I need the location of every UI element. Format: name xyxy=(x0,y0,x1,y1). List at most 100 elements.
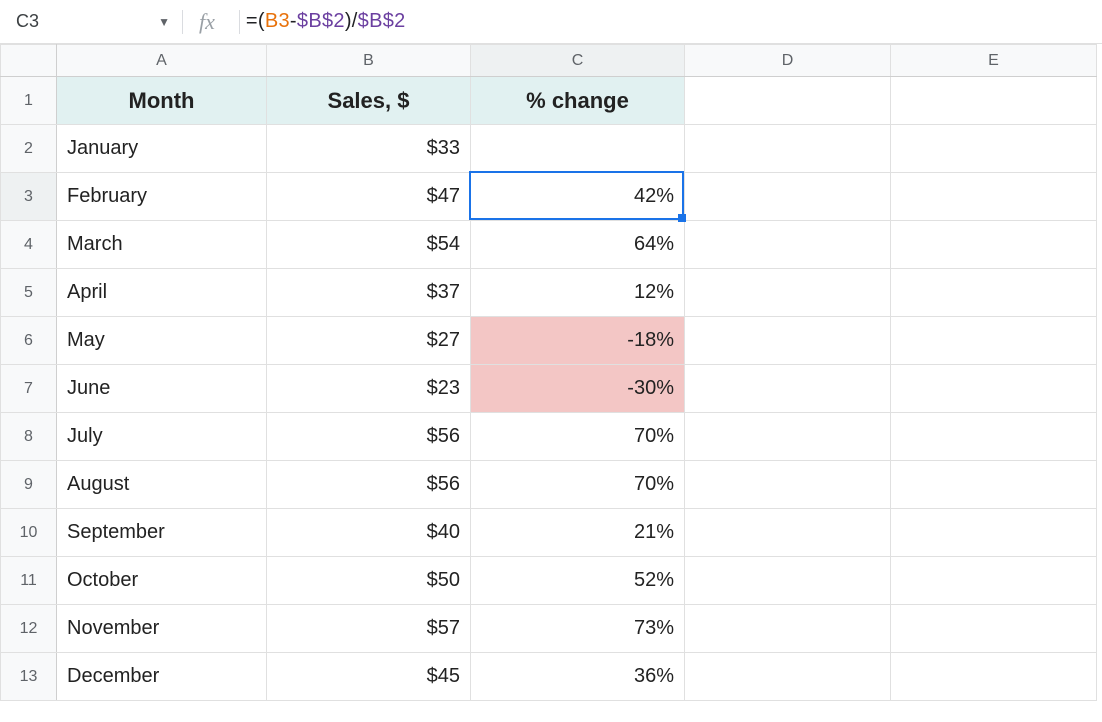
cell-C6[interactable]: -18% xyxy=(471,317,685,365)
cell-E12[interactable] xyxy=(891,605,1097,653)
cell-E13[interactable] xyxy=(891,653,1097,701)
cell-D5[interactable] xyxy=(685,269,891,317)
separator xyxy=(182,10,183,34)
cell-D12[interactable] xyxy=(685,605,891,653)
row-header[interactable]: 9 xyxy=(1,461,57,509)
cell-A9[interactable]: August xyxy=(57,461,267,509)
cell-A2[interactable]: January xyxy=(57,125,267,173)
cell-B5[interactable]: $37 xyxy=(267,269,471,317)
cell-A5[interactable]: April xyxy=(57,269,267,317)
col-header-D[interactable]: D xyxy=(685,45,891,77)
cell-B3[interactable]: $47 xyxy=(267,173,471,221)
cell-B6[interactable]: $27 xyxy=(267,317,471,365)
cell-E3[interactable] xyxy=(891,173,1097,221)
cell-B10[interactable]: $40 xyxy=(267,509,471,557)
cell-D10[interactable] xyxy=(685,509,891,557)
cell-D2[interactable] xyxy=(685,125,891,173)
cell-A10[interactable]: September xyxy=(57,509,267,557)
cell-C1[interactable]: % change xyxy=(471,77,685,125)
cell-E6[interactable] xyxy=(891,317,1097,365)
cell-D4[interactable] xyxy=(685,221,891,269)
col-header-E[interactable]: E xyxy=(891,45,1097,77)
row-header[interactable]: 7 xyxy=(1,365,57,413)
cell-A13[interactable]: December xyxy=(57,653,267,701)
cell-A8[interactable]: July xyxy=(57,413,267,461)
select-all-corner[interactable] xyxy=(1,45,57,77)
row-header[interactable]: 1 xyxy=(1,77,57,125)
cell-D13[interactable] xyxy=(685,653,891,701)
cell-B4[interactable]: $54 xyxy=(267,221,471,269)
cell-D9[interactable] xyxy=(685,461,891,509)
formula-bar: C3 ▼ fx =(B3-$B$2)/$B$2 xyxy=(0,0,1102,44)
formula-ref-abs1: $B$2 xyxy=(297,10,345,32)
cell-D6[interactable] xyxy=(685,317,891,365)
cell-A11[interactable]: October xyxy=(57,557,267,605)
row-header[interactable]: 8 xyxy=(1,413,57,461)
cell-A12[interactable]: November xyxy=(57,605,267,653)
cell-A4[interactable]: March xyxy=(57,221,267,269)
cell-E11[interactable] xyxy=(891,557,1097,605)
cell-B1[interactable]: Sales, $ xyxy=(267,77,471,125)
cell-D1[interactable] xyxy=(685,77,891,125)
cell-C8[interactable]: 70% xyxy=(471,413,685,461)
cell-C5[interactable]: 12% xyxy=(471,269,685,317)
row-header[interactable]: 3 xyxy=(1,173,57,221)
cell-E4[interactable] xyxy=(891,221,1097,269)
col-header-C[interactable]: C xyxy=(471,45,685,77)
cell-E2[interactable] xyxy=(891,125,1097,173)
row-header[interactable]: 5 xyxy=(1,269,57,317)
cell-D3[interactable] xyxy=(685,173,891,221)
cell-E1[interactable] xyxy=(891,77,1097,125)
row-header[interactable]: 4 xyxy=(1,221,57,269)
cell-E8[interactable] xyxy=(891,413,1097,461)
formula-ref-abs2: $B$2 xyxy=(358,10,406,32)
cell-A7[interactable]: June xyxy=(57,365,267,413)
name-box[interactable]: C3 ▼ xyxy=(6,11,176,32)
cell-C9[interactable]: 70% xyxy=(471,461,685,509)
row-header[interactable]: 11 xyxy=(1,557,57,605)
cell-C10[interactable]: 21% xyxy=(471,509,685,557)
row-header[interactable]: 13 xyxy=(1,653,57,701)
cell-B12[interactable]: $57 xyxy=(267,605,471,653)
row-header[interactable]: 6 xyxy=(1,317,57,365)
name-box-dropdown-icon[interactable]: ▼ xyxy=(158,15,170,29)
cell-B2[interactable]: $33 xyxy=(267,125,471,173)
cells-table: A B C D E 1 Month Sales, $ % change xyxy=(0,44,1097,701)
cell-C3[interactable]: 42% xyxy=(471,173,685,221)
cell-B8[interactable]: $56 xyxy=(267,413,471,461)
name-box-value: C3 xyxy=(16,11,39,32)
cell-B9[interactable]: $56 xyxy=(267,461,471,509)
cell-B7[interactable]: $23 xyxy=(267,365,471,413)
formula-eq: = xyxy=(246,10,258,32)
fx-icon: fx xyxy=(189,9,233,35)
col-header-A[interactable]: A xyxy=(57,45,267,77)
cell-E9[interactable] xyxy=(891,461,1097,509)
row-header[interactable]: 10 xyxy=(1,509,57,557)
spreadsheet-grid[interactable]: A B C D E 1 Month Sales, $ % change xyxy=(0,44,1102,701)
cell-C2[interactable] xyxy=(471,125,685,173)
formula-minus: - xyxy=(290,10,297,32)
cell-D7[interactable] xyxy=(685,365,891,413)
formula-rparen: ) xyxy=(345,10,352,32)
cell-A1[interactable]: Month xyxy=(57,77,267,125)
cell-C12[interactable]: 73% xyxy=(471,605,685,653)
cell-D11[interactable] xyxy=(685,557,891,605)
row-header[interactable]: 12 xyxy=(1,605,57,653)
cell-B11[interactable]: $50 xyxy=(267,557,471,605)
cell-D8[interactable] xyxy=(685,413,891,461)
cell-E7[interactable] xyxy=(891,365,1097,413)
cell-E10[interactable] xyxy=(891,509,1097,557)
row-header[interactable]: 2 xyxy=(1,125,57,173)
cell-B13[interactable]: $45 xyxy=(267,653,471,701)
formula-lparen: ( xyxy=(258,10,265,32)
cell-A3[interactable]: February xyxy=(57,173,267,221)
cell-A6[interactable]: May xyxy=(57,317,267,365)
grid-body: 1 Month Sales, $ % change 2January$33 3Fe… xyxy=(1,77,1097,701)
formula-input[interactable]: =(B3-$B$2)/$B$2 xyxy=(246,10,406,33)
cell-C7[interactable]: -30% xyxy=(471,365,685,413)
col-header-B[interactable]: B xyxy=(267,45,471,77)
cell-C4[interactable]: 64% xyxy=(471,221,685,269)
cell-C11[interactable]: 52% xyxy=(471,557,685,605)
cell-E5[interactable] xyxy=(891,269,1097,317)
cell-C13[interactable]: 36% xyxy=(471,653,685,701)
